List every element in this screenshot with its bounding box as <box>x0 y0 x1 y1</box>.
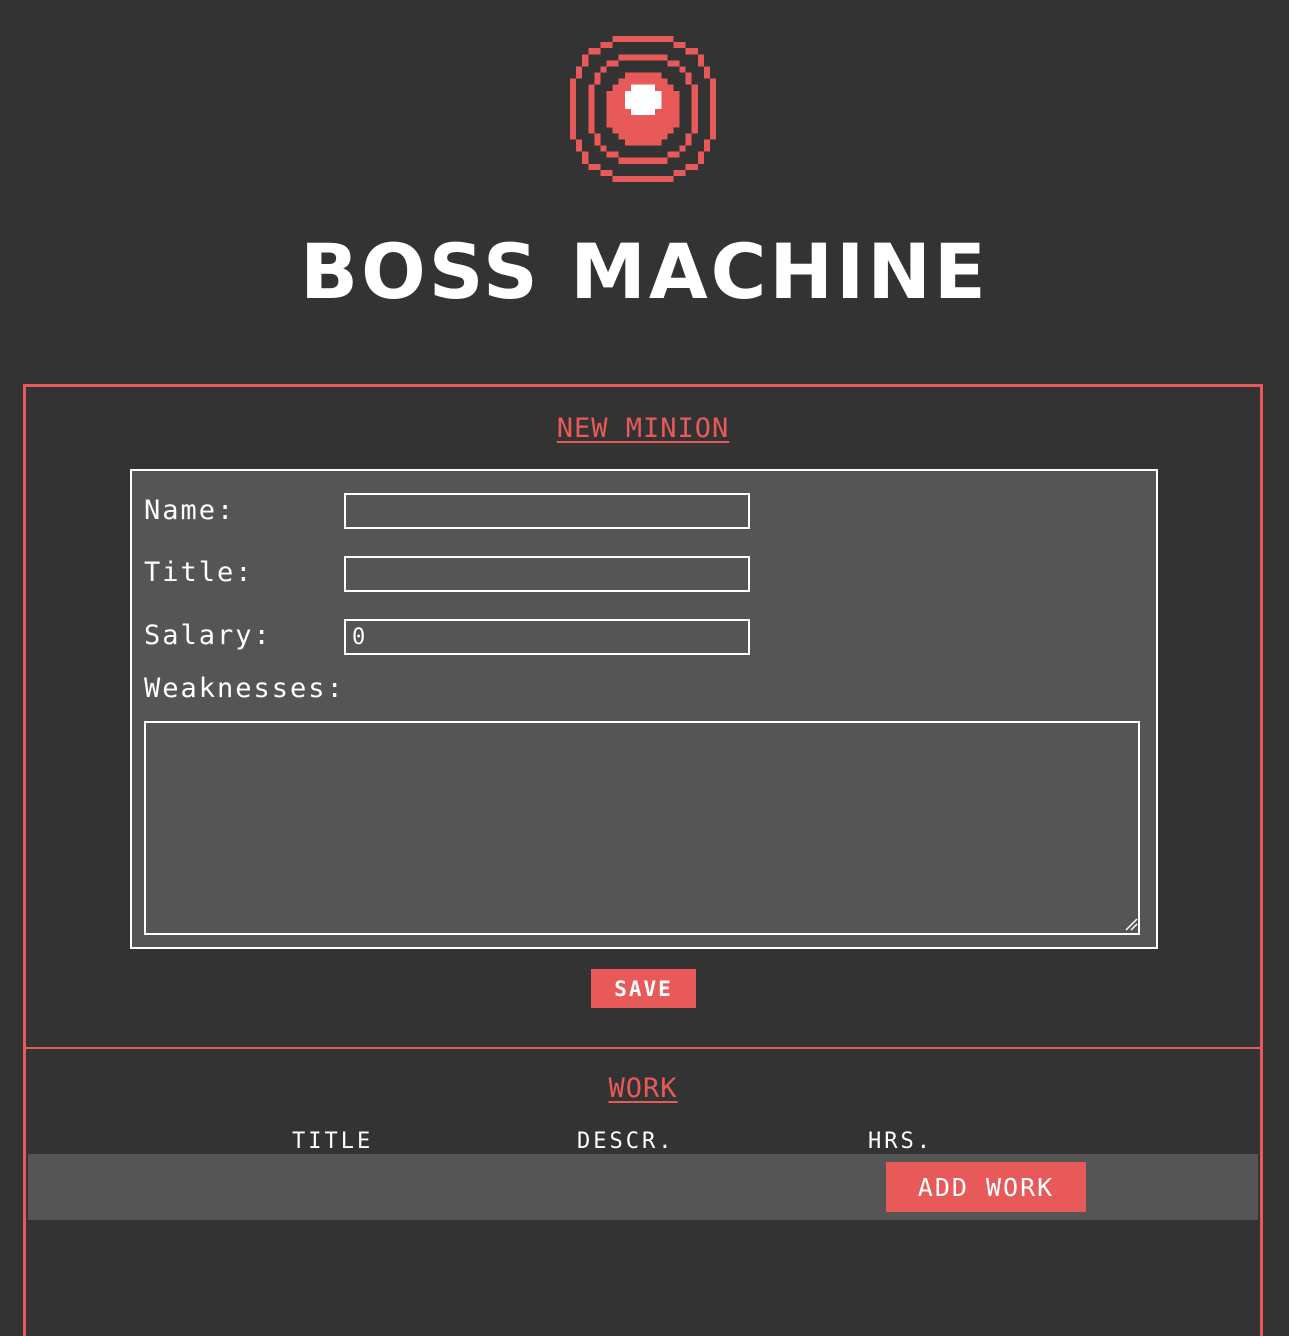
work-row: ADD WORK <box>28 1154 1258 1220</box>
resize-handle-icon[interactable] <box>1124 917 1138 931</box>
column-header-hours: HRS. <box>868 1129 933 1154</box>
add-work-button[interactable]: ADD WORK <box>886 1162 1086 1212</box>
new-minion-form: Name: Title: Salary: Weaknesses: <box>130 469 1158 949</box>
salary-label: Salary: <box>144 620 272 651</box>
new-minion-heading: NEW MINION <box>556 413 730 444</box>
work-heading: WORK <box>608 1073 678 1104</box>
title-input[interactable] <box>344 556 750 592</box>
column-header-description: DESCR. <box>577 1129 675 1154</box>
salary-input[interactable] <box>344 619 750 655</box>
app-title: BOSS MACHINE <box>300 227 989 316</box>
name-input[interactable] <box>344 493 750 529</box>
minion-panel: NEW MINION Name: Title: Salary: Weakness… <box>23 384 1263 1336</box>
weaknesses-label: Weaknesses: <box>144 673 345 704</box>
pixel-target-logo-icon <box>570 36 716 182</box>
save-button[interactable]: SAVE <box>591 969 696 1008</box>
title-label: Title: <box>144 557 254 588</box>
name-label: Name: <box>144 495 236 526</box>
weaknesses-textarea[interactable] <box>144 721 1140 935</box>
section-divider <box>26 1047 1260 1049</box>
column-header-title: TITLE <box>292 1129 374 1154</box>
